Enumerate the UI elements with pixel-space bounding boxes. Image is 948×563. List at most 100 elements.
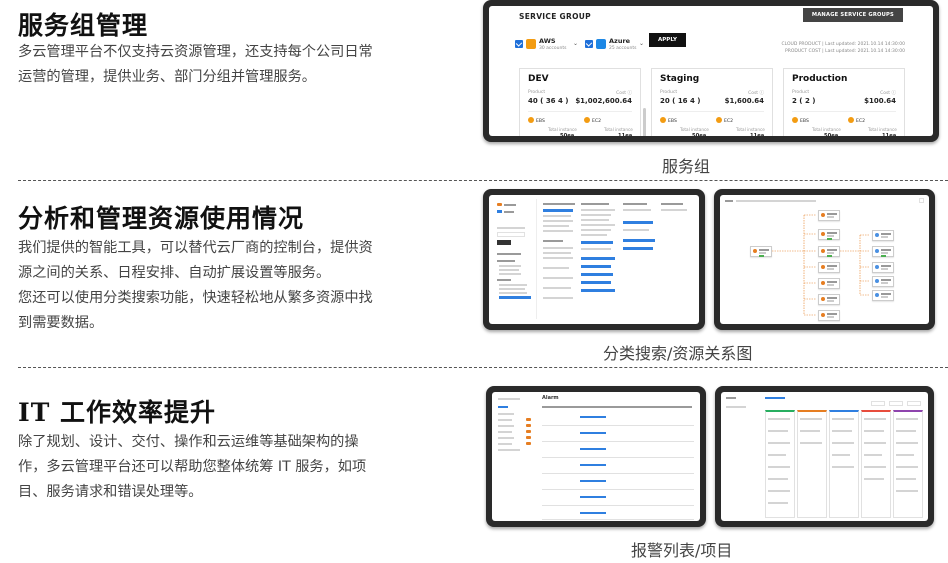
card-line[interactable] <box>864 466 886 468</box>
board-button[interactable] <box>907 401 921 406</box>
service-group-card[interactable]: Staging Product Cost ⓘ 20 ( 16 4 ) $1,60… <box>651 68 773 136</box>
row-link[interactable] <box>580 416 606 418</box>
filter-input[interactable] <box>497 232 525 237</box>
row-link[interactable] <box>580 480 606 482</box>
sidebar-item[interactable] <box>498 425 514 427</box>
card-line[interactable] <box>864 430 884 432</box>
resource-node[interactable] <box>872 262 894 273</box>
resource-node[interactable] <box>818 310 840 321</box>
selected-row[interactable] <box>623 239 655 242</box>
board-tab-active[interactable] <box>765 397 785 399</box>
manage-service-groups-button[interactable]: MANAGE SERVICE GROUPS <box>802 8 903 22</box>
scrollbar[interactable] <box>643 108 646 136</box>
service-name: EC2 <box>592 119 602 124</box>
card-line[interactable] <box>768 490 790 492</box>
card-line[interactable] <box>768 418 790 420</box>
filter-button[interactable] <box>497 240 511 245</box>
sidebar-item[interactable] <box>498 437 514 439</box>
resource-node[interactable] <box>818 262 840 273</box>
selected-row[interactable] <box>623 221 653 224</box>
card-line[interactable] <box>864 454 882 456</box>
row-link[interactable] <box>580 496 606 498</box>
row-link[interactable] <box>580 512 606 514</box>
selected-row[interactable] <box>581 281 611 284</box>
card-line[interactable] <box>864 442 886 444</box>
sidebar-item[interactable] <box>498 449 520 451</box>
card-line[interactable] <box>864 418 886 420</box>
selected-row[interactable] <box>581 273 613 276</box>
card-line[interactable] <box>832 430 852 432</box>
card-line[interactable] <box>896 418 918 420</box>
resource-node[interactable] <box>818 294 840 305</box>
board-button[interactable] <box>889 401 903 406</box>
table-row[interactable] <box>542 444 694 458</box>
card-line[interactable] <box>800 430 820 432</box>
table-row[interactable] <box>542 476 694 490</box>
card-line[interactable] <box>896 466 918 468</box>
selected-row[interactable] <box>543 209 573 212</box>
list-line <box>623 229 649 231</box>
resource-node[interactable] <box>818 229 840 240</box>
aws-checkbox[interactable] <box>515 40 523 48</box>
sidebar-item[interactable] <box>498 443 512 445</box>
card-line[interactable] <box>896 454 914 456</box>
table-row[interactable] <box>542 492 694 506</box>
sidebar-active[interactable] <box>498 406 508 408</box>
card-line[interactable] <box>896 442 918 444</box>
sidebar-item[interactable] <box>498 413 514 415</box>
card-line[interactable] <box>768 466 790 468</box>
card-line[interactable] <box>832 442 854 444</box>
card-line[interactable] <box>768 478 788 480</box>
service-group-card[interactable]: Production Product Cost ⓘ 2 ( 2 ) $100.6… <box>783 68 905 136</box>
chevron-down-icon[interactable]: ⌄ <box>639 40 644 47</box>
resource-node[interactable] <box>818 278 840 289</box>
column-header <box>623 203 647 205</box>
azure-checkbox[interactable] <box>585 40 593 48</box>
resource-node[interactable] <box>872 230 894 241</box>
selected-row[interactable] <box>623 247 653 250</box>
card-line[interactable] <box>896 490 918 492</box>
row-link[interactable] <box>580 464 606 466</box>
board-column <box>861 410 891 518</box>
resource-node[interactable] <box>818 246 840 257</box>
card-line[interactable] <box>832 454 850 456</box>
card-line[interactable] <box>768 442 790 444</box>
selected-filter[interactable] <box>499 296 531 299</box>
section-body: 我们提供的智能工具，可以替代云厂商的控制台，提供资 源之间的关系、日程安排、自动… <box>18 236 428 336</box>
selected-row[interactable] <box>581 257 615 260</box>
card-line[interactable] <box>768 502 788 504</box>
selected-row[interactable] <box>581 289 615 292</box>
table-row[interactable] <box>542 460 694 474</box>
section-resource-analysis: 分析和管理资源使用情况 我们提供的智能工具，可以替代云厂商的控制台，提供资 源之… <box>0 180 948 370</box>
relationship-map-screen <box>720 195 929 324</box>
row-link[interactable] <box>580 448 606 450</box>
apply-button[interactable]: APPLY <box>649 33 686 47</box>
sidebar-item[interactable] <box>498 419 512 421</box>
card-line[interactable] <box>768 430 788 432</box>
card-line[interactable] <box>768 454 786 456</box>
chevron-down-icon[interactable]: ⌄ <box>573 40 578 47</box>
resource-node[interactable] <box>818 210 840 221</box>
card-line[interactable] <box>896 430 916 432</box>
row-link[interactable] <box>580 432 606 434</box>
table-row[interactable] <box>542 412 694 426</box>
card-line[interactable] <box>864 478 884 480</box>
selected-row[interactable] <box>581 265 611 268</box>
card-line[interactable] <box>832 466 854 468</box>
resource-node[interactable] <box>872 290 894 301</box>
sidebar-item[interactable] <box>498 431 512 433</box>
card-line[interactable] <box>800 418 822 420</box>
card-line[interactable] <box>800 442 822 444</box>
card-line[interactable] <box>896 478 916 480</box>
table-row[interactable] <box>542 508 694 520</box>
service-name: EBS <box>800 119 809 124</box>
board-button[interactable] <box>871 401 885 406</box>
table-row[interactable] <box>542 428 694 442</box>
selected-row[interactable] <box>581 241 613 244</box>
resource-node[interactable] <box>872 276 894 287</box>
service-group-card[interactable]: DEV Product Cost ⓘ 40 ( 36 4 ) $1,002,60… <box>519 68 641 136</box>
azure-icon <box>596 39 606 49</box>
resource-node[interactable] <box>750 246 772 257</box>
resource-node[interactable] <box>872 246 894 257</box>
card-line[interactable] <box>832 418 854 420</box>
